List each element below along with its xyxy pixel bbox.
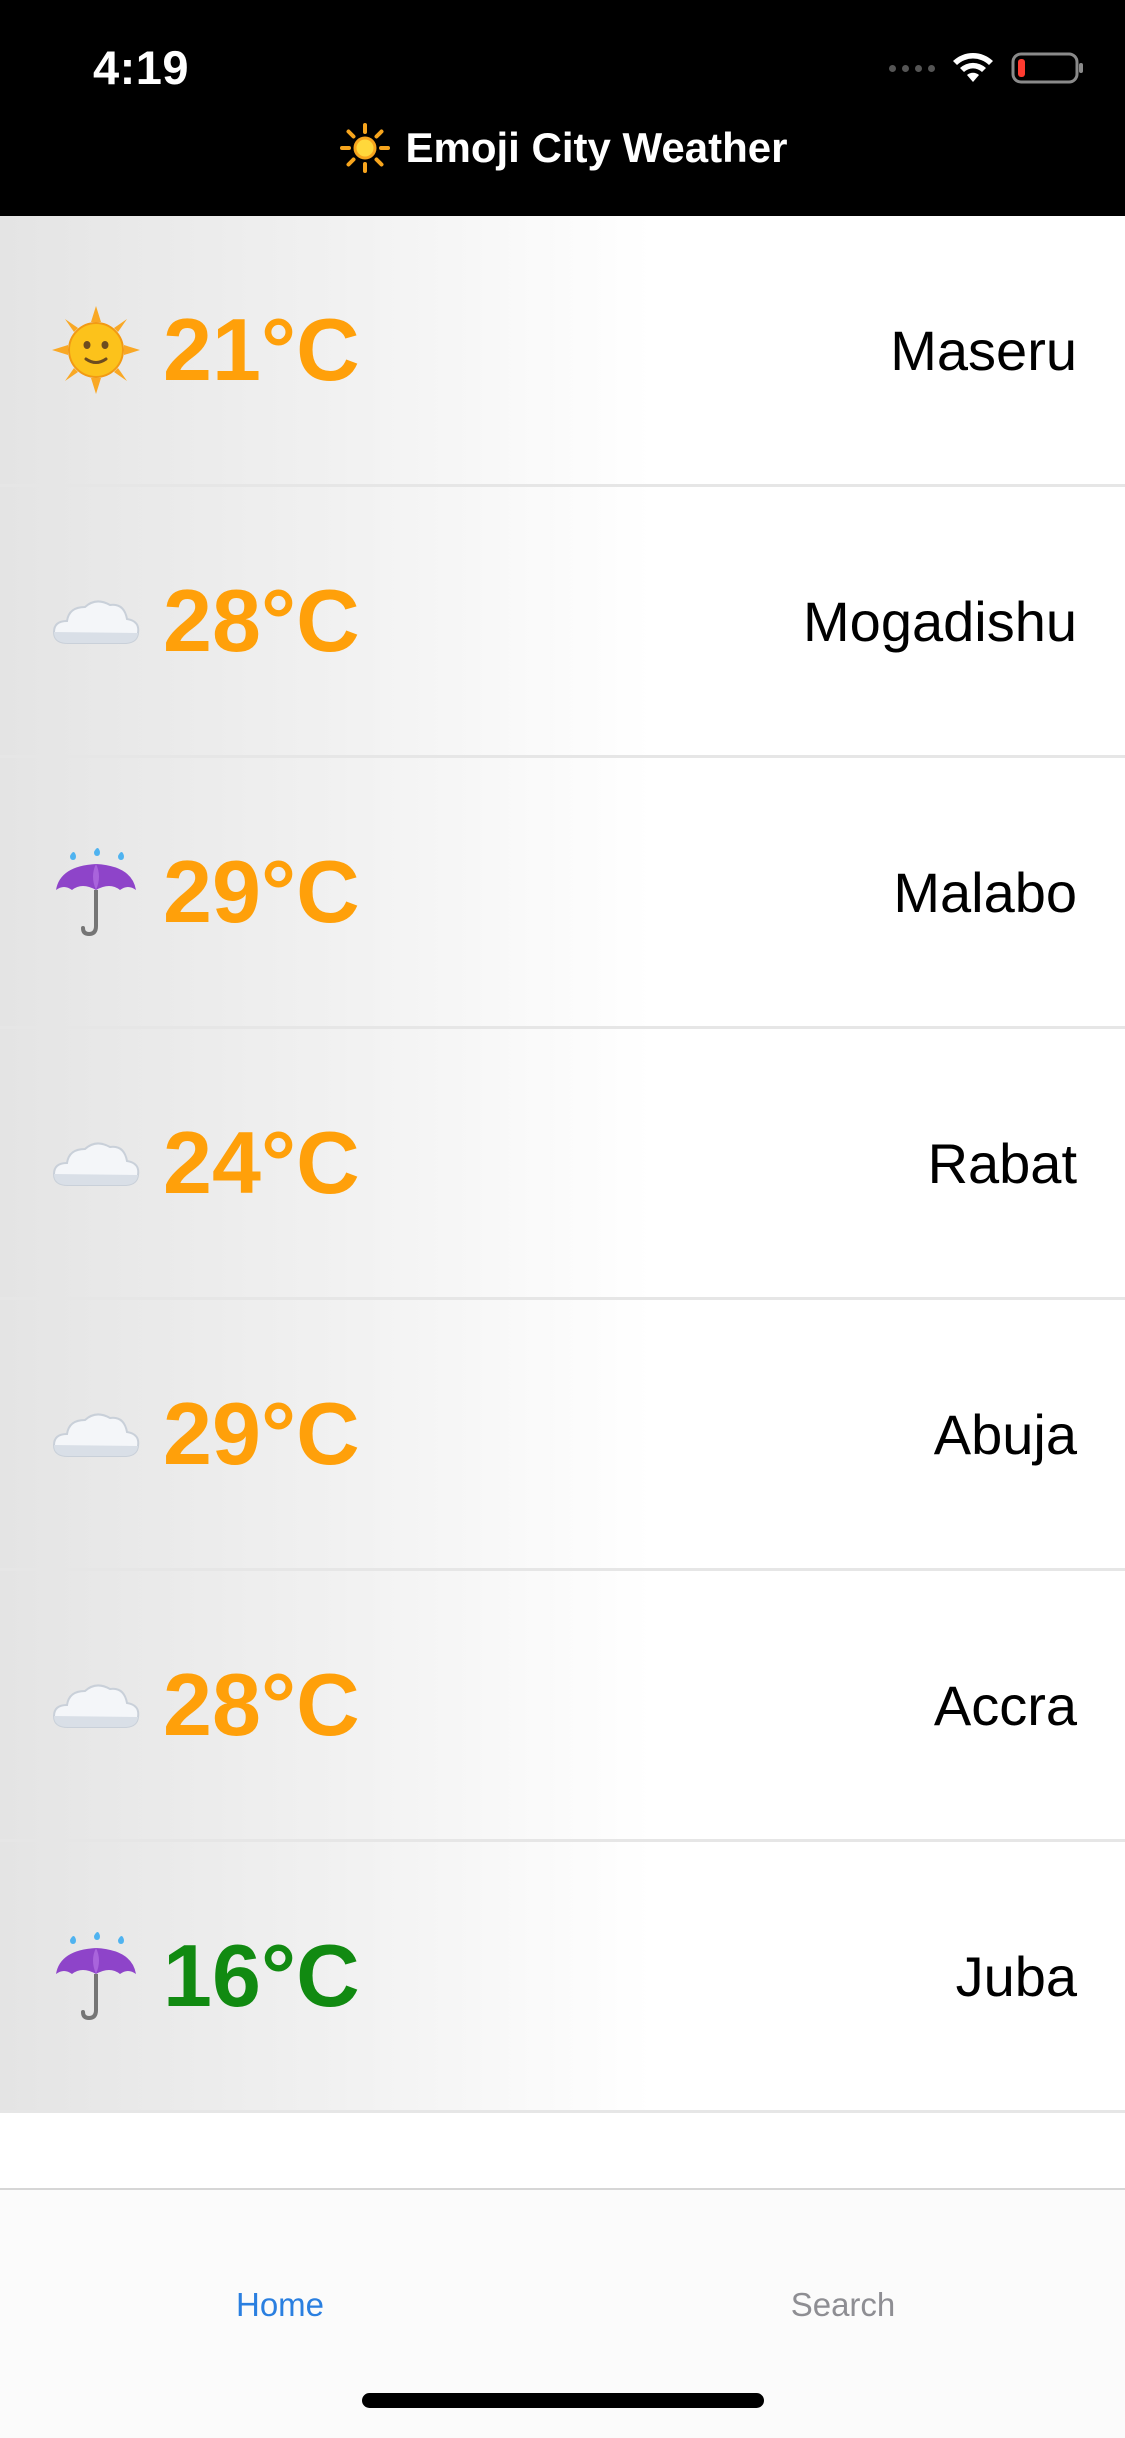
cloud-icon <box>50 1571 142 1839</box>
city-name: Juba <box>955 1944 1077 2008</box>
city-row[interactable]: 21°C Maseru <box>0 216 1125 487</box>
temperature: 16°C <box>163 1926 360 2025</box>
city-name: Abuja <box>933 1402 1077 1466</box>
sun-icon <box>339 123 390 173</box>
home-indicator[interactable] <box>362 2393 764 2408</box>
cloud-icon <box>50 1029 142 1297</box>
status-icons <box>889 48 1085 88</box>
umbrella-rain-icon <box>50 758 142 1026</box>
tab-home[interactable]: Home <box>130 2286 430 2324</box>
city-name: Rabat <box>927 1131 1077 1195</box>
umbrella-rain-icon <box>50 1842 142 2110</box>
city-row[interactable]: 28°C Accra <box>0 1571 1125 1842</box>
temperature: 21°C <box>163 300 360 399</box>
battery-low-icon <box>1011 52 1083 84</box>
title-row: Emoji City Weather <box>0 118 1125 178</box>
temperature: 29°C <box>163 842 360 941</box>
tab-search[interactable]: Search <box>693 2286 993 2324</box>
cloud-icon <box>50 1300 142 1568</box>
sun-face-icon <box>50 216 142 484</box>
temperature: 29°C <box>163 1384 360 1483</box>
city-row[interactable]: 28°C Mogadishu <box>0 487 1125 758</box>
temperature: 28°C <box>163 1655 360 1754</box>
city-weather-list[interactable]: 21°C Maseru 28°C Mogadishu 29°C Malabo 2… <box>0 216 1125 2113</box>
city-name: Malabo <box>893 860 1077 924</box>
city-name: Maseru <box>890 318 1077 382</box>
wifi-icon <box>953 53 993 82</box>
city-name: Mogadishu <box>803 589 1077 653</box>
status-time: 4:19 <box>93 41 190 94</box>
city-row[interactable]: 29°C Abuja <box>0 1300 1125 1571</box>
cloud-icon <box>50 487 142 755</box>
city-row[interactable]: 24°C Rabat <box>0 1029 1125 1300</box>
app-header: 4:19 Emoji City Weather <box>0 0 1125 216</box>
cellular-signal-icon <box>889 64 935 72</box>
city-row[interactable]: 29°C Malabo <box>0 758 1125 1029</box>
city-name: Accra <box>933 1673 1077 1737</box>
temperature: 24°C <box>163 1113 360 1212</box>
city-row[interactable]: 16°C Juba <box>0 1842 1125 2113</box>
temperature: 28°C <box>163 571 360 670</box>
app-title: Emoji City Weather <box>405 124 788 171</box>
